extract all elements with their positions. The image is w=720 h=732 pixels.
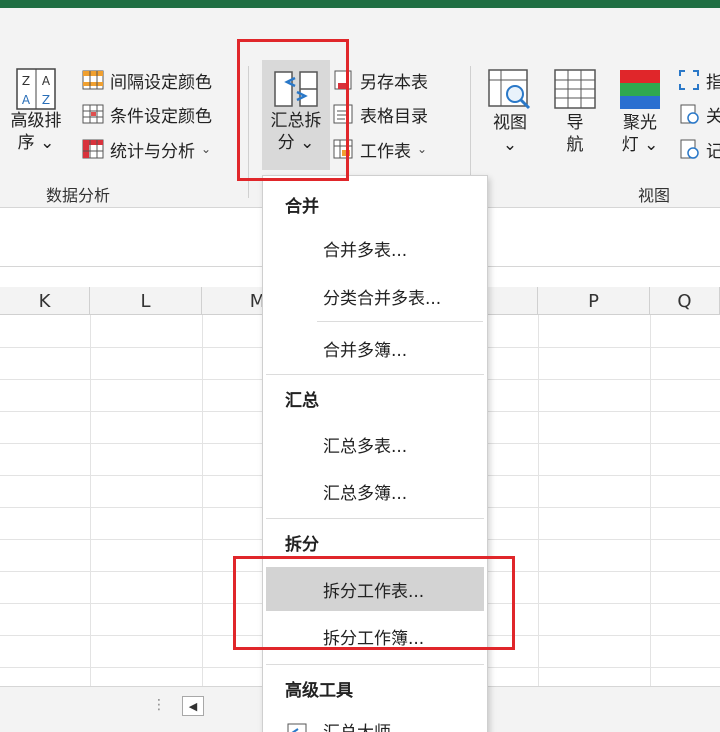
condition-color-button[interactable]: 条件设定颜色: [82, 100, 212, 128]
table-directory-label: 表格目录: [360, 106, 428, 127]
statistics-label: 统计与分析: [110, 141, 195, 162]
more-options-icon[interactable]: ⋮: [152, 697, 166, 713]
menu-heading-advanced-tools: 高级工具: [285, 681, 353, 701]
menu-divider: [266, 518, 484, 519]
spotlight-label-1: 聚光: [623, 113, 657, 133]
highlight-box-summary-split: [237, 39, 349, 181]
spotlight-icon: [620, 70, 660, 109]
summary-master-icon: [287, 723, 307, 732]
navigation-grid-icon: [554, 69, 596, 109]
column-header-l[interactable]: L: [90, 287, 202, 315]
spotlight-label-2: 灯 ⌄: [621, 135, 659, 155]
group-label-view: 视图: [638, 186, 671, 205]
menu-item-merge-sheets[interactable]: 合并多表...: [266, 226, 484, 270]
view-label-1: 视图: [493, 113, 527, 133]
partial-button-1-label: 指: [706, 72, 720, 93]
condition-grid-icon: [82, 104, 104, 124]
menu-item-merge-workbooks[interactable]: 合并多簿...: [266, 326, 484, 370]
document-record-icon: [680, 139, 699, 159]
grid-line: [90, 315, 91, 695]
condition-color-label: 条件设定颜色: [110, 106, 212, 127]
partial-button-1[interactable]: 指: [678, 66, 720, 94]
menu-heading-merge: 合并: [285, 197, 319, 217]
chevron-down-icon: ⌄: [417, 142, 428, 156]
statistics-button[interactable]: 统计与分析 ⌄: [82, 135, 211, 163]
svg-text:A: A: [22, 93, 31, 107]
column-header-p[interactable]: P: [538, 287, 650, 315]
menu-item-summary-master[interactable]: 汇总大师: [266, 708, 484, 732]
sort-az-icon: Z A A Z: [16, 68, 56, 110]
partial-button-2[interactable]: 关: [678, 100, 720, 128]
navigation-label-2: 航: [566, 135, 584, 155]
menu-item-summary-sheets[interactable]: 汇总多表...: [266, 422, 484, 466]
menu-item-summary-workbooks[interactable]: 汇总多簿...: [266, 469, 484, 513]
frame-select-icon: [679, 70, 699, 90]
advanced-sort-label-1: 高级排: [10, 111, 62, 131]
group-label-data-analysis: 数据分析: [46, 186, 111, 205]
advanced-sort-label-2: 序 ⌄: [17, 133, 55, 153]
navigation-button[interactable]: 导 航: [550, 68, 600, 156]
menu-divider: [266, 664, 484, 665]
menu-item-category-merge-sheets[interactable]: 分类合并多表...: [266, 274, 484, 318]
grid-line: [202, 315, 203, 695]
title-bar-strip: [0, 0, 720, 8]
interval-color-button[interactable]: 间隔设定颜色: [82, 66, 212, 94]
interval-color-label: 间隔设定颜色: [110, 72, 212, 93]
worksheet-label: 工作表: [360, 141, 411, 162]
spotlight-button[interactable]: 聚光 灯 ⌄: [614, 68, 666, 156]
svg-text:A: A: [42, 74, 51, 88]
grid-line: [650, 315, 651, 695]
column-header-q[interactable]: Q: [650, 287, 720, 315]
view-button[interactable]: 视图 ⌄: [484, 68, 536, 156]
document-check-icon: [680, 104, 699, 124]
svg-text:Z: Z: [22, 74, 30, 88]
view-magnifier-icon: [488, 69, 531, 110]
menu-heading-summary: 汇总: [285, 391, 319, 411]
view-label-2: ⌄: [502, 135, 518, 155]
svg-text:Z: Z: [42, 93, 50, 107]
save-sheet-label: 另存本表: [360, 72, 428, 93]
partial-button-2-label: 关: [706, 106, 720, 127]
summary-master-label: 汇总大师: [323, 718, 391, 732]
partial-button-3-label: 记: [706, 141, 720, 162]
grid-line: [538, 315, 539, 695]
partial-button-3[interactable]: 记: [678, 135, 720, 163]
menu-heading-split: 拆分: [285, 535, 319, 555]
chevron-down-icon: ⌄: [201, 142, 212, 156]
grid-color-icon: [82, 70, 104, 90]
statistics-icon: [82, 139, 104, 159]
menu-divider: [317, 321, 483, 322]
scroll-left-button[interactable]: ◀: [182, 696, 204, 716]
advanced-sort-button[interactable]: Z A A Z 高级排 序 ⌄: [4, 68, 68, 154]
highlight-box-split-options: [233, 556, 515, 650]
menu-divider: [266, 374, 484, 375]
navigation-label-1: 导: [566, 113, 584, 133]
column-header-k[interactable]: K: [0, 287, 90, 315]
